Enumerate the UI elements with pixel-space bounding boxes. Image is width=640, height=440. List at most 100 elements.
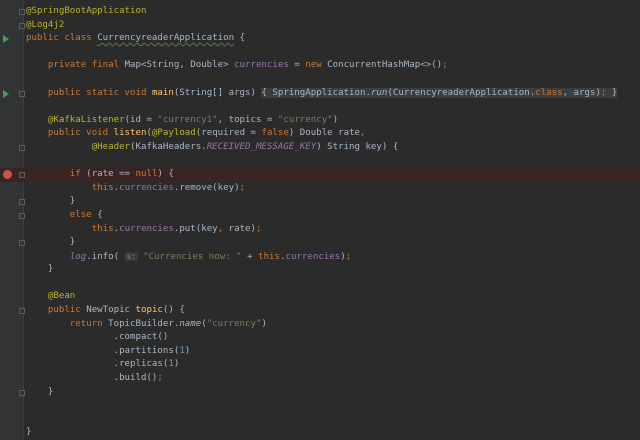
code-line[interactable]: .partitions(1) — [0, 345, 640, 359]
code-token: } — [26, 196, 76, 207]
code-line[interactable]: } — [0, 386, 640, 400]
code-token: (String[] args) — [173, 87, 262, 98]
code-line[interactable]: } — [0, 426, 640, 440]
code-line[interactable]: @Log4j2 — [0, 19, 640, 33]
fold-marker-icon[interactable] — [19, 22, 25, 29]
code-text: public NewTopic topic() { — [26, 304, 185, 318]
code-line[interactable]: this.currencies.put(key, rate); — [0, 223, 640, 237]
code-line[interactable]: } — [0, 195, 640, 209]
code-token: @Header — [26, 141, 131, 152]
run-icon[interactable] — [3, 35, 9, 44]
code-line[interactable]: public class CurrencyreaderApplication { — [0, 32, 640, 46]
code-token: { — [234, 33, 246, 44]
fold-marker-icon[interactable] — [19, 9, 25, 15]
code-text: } — [26, 236, 75, 250]
code-token: public class — [26, 33, 98, 44]
code-text: public static void main(String[] args) {… — [26, 87, 618, 101]
code-token: @Payload — [151, 128, 196, 139]
code-line[interactable]: } — [0, 263, 640, 277]
code-token: this — [26, 182, 114, 193]
code-token: ) { — [157, 169, 174, 180]
code-line[interactable]: log.info( s: "Currencies now: " + this.c… — [0, 250, 640, 264]
code-token: currencies — [119, 182, 174, 193]
code-line[interactable]: .build(); — [0, 372, 640, 386]
code-token: class — [535, 87, 563, 98]
code-token: } — [606, 87, 618, 98]
code-line[interactable] — [0, 155, 640, 169]
code-token: CurrencyreaderApplication — [97, 33, 235, 44]
code-text: @Header(KafkaHeaders.RECEIVED_MESSAGE_KE… — [26, 141, 399, 155]
code-token: { — [97, 209, 103, 220]
code-line[interactable]: .replicas(1) — [0, 358, 640, 372]
code-text: } — [26, 386, 53, 400]
code-token: s: — [124, 251, 138, 261]
code-token: } — [26, 386, 54, 397]
code-line[interactable]: .compact() — [0, 331, 640, 345]
run-icon[interactable] — [3, 89, 9, 98]
code-token: (id = — [124, 114, 158, 125]
fold-marker-icon[interactable] — [19, 240, 25, 247]
code-line[interactable] — [0, 46, 640, 60]
code-token: "currency1" — [157, 114, 218, 125]
code-token: this — [26, 223, 114, 234]
code-token: ; — [442, 60, 448, 71]
code-line[interactable]: this.currencies.remove(key); — [0, 182, 640, 196]
code-token: ; — [157, 373, 163, 384]
code-token: NewTopic — [86, 305, 136, 316]
code-line[interactable]: @SpringBootApplication — [0, 5, 640, 19]
code-editor[interactable]: @SpringBootApplication @Log4j2 public clas… — [0, 5, 640, 440]
breakpoint-icon[interactable] — [3, 170, 12, 180]
code-line[interactable]: if (rate == null) { — [0, 168, 640, 182]
code-token: rate) — [223, 223, 256, 234]
code-token: name — [179, 318, 202, 329]
code-token: "Currencies now: " — [143, 251, 242, 262]
code-line[interactable] — [0, 73, 640, 87]
code-token: ConcurrentHashMap<>() — [327, 60, 443, 71]
code-line[interactable]: return TopicBuilder.name("currency") — [0, 318, 640, 332]
code-line[interactable] — [0, 100, 640, 114]
code-token: ) — [184, 345, 191, 356]
code-token: new — [305, 60, 328, 71]
fold-marker-icon[interactable] — [19, 308, 25, 315]
code-token: private final — [26, 60, 125, 71]
code-token: ) — [332, 114, 339, 125]
code-token: "currency" — [277, 114, 333, 125]
fold-marker-icon[interactable] — [19, 144, 25, 151]
fold-marker-icon[interactable] — [19, 90, 25, 97]
code-token: ) — [173, 359, 180, 370]
code-token: } — [26, 427, 32, 438]
code-line[interactable]: } — [0, 236, 640, 250]
code-text: log.info( s: "Currencies now: " + this.c… — [26, 250, 351, 265]
code-token: } — [26, 264, 54, 275]
code-line[interactable] — [0, 413, 640, 427]
code-token: , — [360, 128, 366, 139]
code-line[interactable]: @KafkaListener(id = "currency1", topics … — [0, 114, 640, 128]
code-line[interactable]: @Header(KafkaHeaders.RECEIVED_MESSAGE_KE… — [0, 141, 640, 155]
code-line[interactable]: else { — [0, 209, 640, 223]
code-text: } — [26, 426, 31, 440]
code-line[interactable] — [0, 399, 640, 413]
code-token: (required = — [195, 128, 262, 139]
code-token: currencies — [234, 60, 289, 71]
code-line[interactable]: private final Map<String, Double> curren… — [0, 59, 640, 73]
code-line[interactable]: @Bean — [0, 290, 640, 304]
code-line[interactable]: public NewTopic topic() { — [0, 304, 640, 318]
fold-marker-icon[interactable] — [19, 199, 25, 206]
code-token: (rate == — [86, 169, 136, 180]
code-token: public — [26, 305, 87, 316]
code-token: () { — [162, 305, 185, 316]
code-token: ; — [256, 223, 262, 234]
code-token: false — [261, 128, 289, 139]
fold-marker-icon[interactable] — [19, 172, 25, 179]
code-token: @SpringBootApplication — [26, 6, 147, 16]
code-text: @KafkaListener(id = "currency1", topics … — [26, 114, 338, 128]
code-token: else — [26, 209, 98, 220]
fold-marker-icon[interactable] — [19, 389, 25, 396]
code-line[interactable] — [0, 277, 640, 291]
code-line[interactable]: public void listen(@Payload(required = f… — [0, 127, 640, 141]
code-line[interactable]: public static void main(String[] args) {… — [0, 87, 640, 101]
code-token: topic — [135, 305, 163, 316]
code-token: if — [26, 169, 87, 180]
code-token: .build() — [26, 373, 158, 384]
fold-marker-icon[interactable] — [19, 212, 25, 219]
